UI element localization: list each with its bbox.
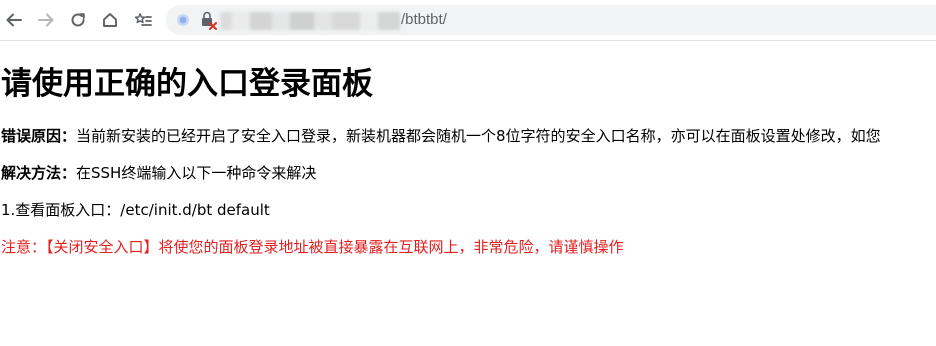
reload-icon[interactable] <box>65 6 91 34</box>
solution-text: 在SSH终端输入以下一种命令来解决 <box>76 164 317 182</box>
browser-toolbar: /btbtbt/ <box>0 0 936 41</box>
insecure-lock-icon[interactable] <box>200 10 218 30</box>
warning-text: 注意：【关闭安全入口】将使您的面板登录地址被直接暴露在互联网上，非常危险，请谨慎… <box>1 238 624 256</box>
redacted-url-host <box>220 12 400 30</box>
error-reason-label: 错误原因： <box>1 127 77 145</box>
error-reason-line: 错误原因：当前新安装的已经开启了安全入口登录，新装机器都会随机一个8位字符的安全… <box>1 126 881 146</box>
site-info-icon[interactable] <box>174 11 192 29</box>
url-path-text[interactable]: /btbtbt/ <box>401 10 447 30</box>
page-title: 请使用正确的入口登录面板 <box>1 66 373 102</box>
back-arrow-icon[interactable] <box>1 6 27 34</box>
reading-list-icon[interactable] <box>130 6 156 34</box>
solution-line: 解决方法：在SSH终端输入以下一种命令来解决 <box>1 163 316 183</box>
error-reason-text: 当前新安装的已经开启了安全入口登录，新装机器都会随机一个8位字符的安全入口名称，… <box>76 127 881 145</box>
home-icon[interactable] <box>97 6 123 34</box>
forward-arrow-icon[interactable] <box>33 6 59 34</box>
command-line: 1.查看面板入口：/etc/init.d/bt default <box>1 201 270 219</box>
solution-label: 解决方法： <box>1 164 77 182</box>
